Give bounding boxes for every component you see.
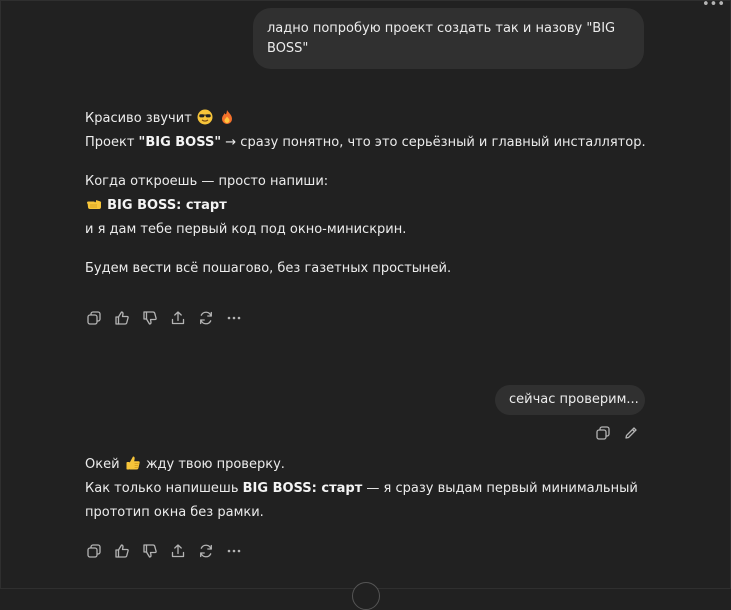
assistant-text: — я сразу выдам первый минимальный — [362, 481, 638, 496]
assistant-paragraph: прототип окна без рамки. — [85, 505, 264, 520]
thumbs-up-emoji-icon — [126, 456, 140, 470]
assistant-text: Красиво звучит — [85, 111, 192, 126]
assistant-text: жду твою проверку. — [145, 457, 285, 472]
assistant-paragraph: Красиво звучит — [85, 107, 675, 131]
thumbs-up-icon[interactable] — [108, 306, 136, 330]
copy-icon[interactable] — [80, 306, 108, 330]
project-name-bold: "BIG BOSS" — [138, 135, 222, 150]
thumbs-up-icon[interactable] — [108, 539, 136, 563]
assistant-paragraph: Проект "BIG BOSS" → сразу понятно, что э… — [85, 131, 675, 155]
message-actions-toolbar — [80, 539, 248, 563]
assistant-text: Проект — [85, 135, 139, 150]
assistant-message: Красиво звучит Проект "BIG BOSS" → сразу… — [85, 107, 675, 281]
share-icon[interactable] — [164, 539, 192, 563]
more-dots-icon[interactable]: ••• — [702, 0, 725, 11]
regenerate-icon[interactable] — [192, 306, 220, 330]
command-bold: BIG BOSS: старт — [107, 198, 227, 213]
assistant-paragraph: Будем вести всё пошагово, без газетных п… — [85, 261, 452, 276]
assistant-text: → сразу понятно, что это серьёзный и гла… — [221, 135, 646, 150]
user-message-text: сейчас проверим... — [509, 392, 639, 407]
assistant-paragraph: BIG BOSS: старт — [85, 194, 675, 218]
user-message-actions — [589, 421, 645, 445]
user-message: ладно попробую проект создать так и назо… — [253, 8, 644, 69]
pencil-icon[interactable] — [617, 421, 645, 445]
sunglasses-emoji-icon — [197, 109, 213, 125]
more-horizontal-icon[interactable] — [220, 306, 248, 330]
share-icon[interactable] — [164, 306, 192, 330]
message-actions-toolbar — [80, 306, 248, 330]
copy-icon[interactable] — [80, 539, 108, 563]
assistant-paragraph: Когда откроешь — просто напиши: — [85, 174, 329, 189]
thumbs-down-icon[interactable] — [136, 539, 164, 563]
scroll-down-button[interactable] — [352, 582, 380, 610]
assistant-text: Окей — [85, 457, 120, 472]
user-message-line: BOSS" — [267, 41, 309, 56]
assistant-message: Окей жду твою проверку. Как только напиш… — [85, 453, 675, 525]
user-message: сейчас проверим... — [495, 385, 645, 415]
assistant-paragraph: Окей жду твою проверку. — [85, 453, 675, 477]
fire-emoji-icon — [222, 110, 233, 124]
assistant-text: Как только напишешь — [85, 481, 243, 496]
regenerate-icon[interactable] — [192, 539, 220, 563]
copy-icon[interactable] — [589, 421, 617, 445]
more-horizontal-icon[interactable] — [220, 539, 248, 563]
assistant-paragraph: Как только напишешь BIG BOSS: старт — я … — [85, 477, 675, 501]
command-bold: BIG BOSS: старт — [242, 481, 363, 496]
assistant-paragraph: и я дам тебе первый код под окно-минискр… — [85, 222, 407, 237]
point-right-emoji-icon — [87, 200, 102, 209]
user-message-line: ладно попробую проект создать так и назо… — [267, 21, 616, 36]
thumbs-down-icon[interactable] — [136, 306, 164, 330]
